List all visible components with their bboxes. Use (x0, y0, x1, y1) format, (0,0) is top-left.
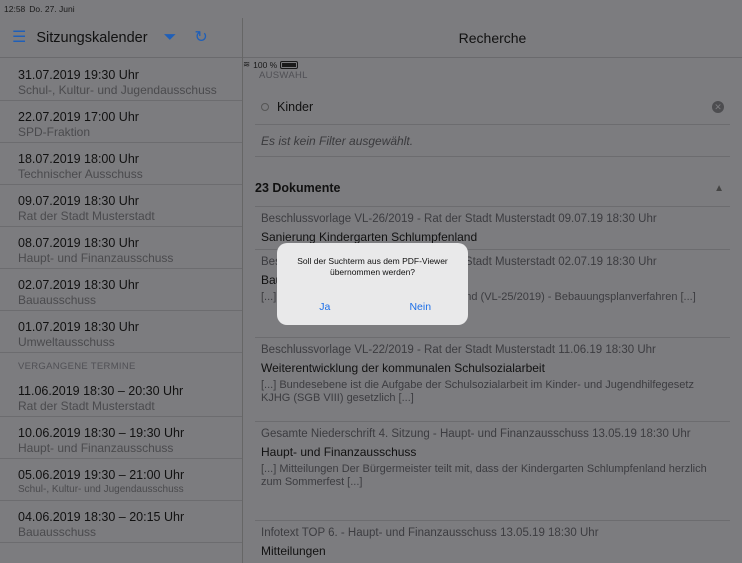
document-meta: Beschlussvorlage VL-22/2019 - Rat der St… (261, 344, 656, 356)
hamburger-icon[interactable]: ☰ (12, 29, 26, 46)
meeting-item[interactable]: 05.06.2019 19:30 – 21:00 Uhr Schul-, Kult… (0, 459, 242, 501)
document-snippet: [...] Mitteilungen Der Bürgermeister tei… (261, 463, 707, 488)
search-title: Recherche (458, 29, 527, 46)
dialog-buttons: Ja Nein (277, 301, 468, 313)
documents-header[interactable]: 23 Dokumente ▲ (255, 181, 730, 195)
meeting-committee: Rat der Stadt Musterstadt (18, 399, 155, 413)
meeting-item[interactable]: 04.06.2019 18:30 – 20:15 Uhr Bauausschuss (0, 501, 242, 543)
meeting-committee: Rat der Stadt Musterstadt (18, 209, 155, 223)
document-meta: Infotext TOP 6. - Haupt- und Finanzaussc… (261, 527, 599, 539)
meeting-date: 22.07.2019 17:00 Uhr (18, 110, 139, 124)
meeting-date: 18.07.2019 18:00 Uhr (18, 152, 139, 166)
dialog-message: Soll der Suchterm aus dem PDF-Viewer übe… (297, 256, 448, 277)
status-time: 12:58 (4, 4, 26, 14)
meeting-date: 10.06.2019 18:30 – 19:30 Uhr (18, 426, 185, 440)
confirm-dialog: Soll der Suchterm aus dem PDF-Viewer übe… (277, 243, 468, 325)
refresh-icon[interactable]: ↻ (194, 29, 207, 46)
meeting-item[interactable]: 01.07.2019 18:30 Uhr Umweltausschuss (0, 311, 242, 353)
clear-icon[interactable]: ✕ (712, 101, 724, 113)
document-meta: Beschlussvorlage VL-26/2019 - Rat der St… (261, 213, 657, 225)
calendar-title: Sitzungskalender (36, 29, 148, 46)
document-snippet: [...] Bundesebene ist die Aufgabe der Sc… (261, 379, 694, 404)
document-title: Haupt- und Finanzausschuss (261, 445, 417, 459)
status-bar: 12:58 Do. 27. Juni ≋ 100 % (0, 0, 742, 70)
meeting-date: 04.06.2019 18:30 – 20:15 Uhr (18, 510, 185, 524)
filter-status[interactable]: Es ist kein Filter ausgewählt. (255, 126, 730, 157)
split-divider (242, 18, 243, 563)
meeting-item[interactable]: 02.07.2019 18:30 Uhr Bauausschuss (0, 269, 242, 311)
past-section-label: VERGANGENE TERMINE (18, 361, 136, 372)
document-item[interactable]: Beschlussvorlage VL-26/2019 - Rat der St… (255, 206, 730, 245)
meeting-committee: SPD-Fraktion (18, 125, 91, 139)
meeting-list: 31.07.2019 19:30 Uhr Schul-, Kultur- und … (0, 59, 242, 543)
meeting-committee: Haupt- und Finanzausschuss (18, 441, 174, 455)
meeting-date: 01.07.2019 18:30 Uhr (18, 320, 139, 334)
meeting-committee: Schul-, Kultur- und Jugendausschuss (18, 484, 184, 495)
no-button[interactable]: Nein (373, 301, 469, 313)
search-header: Recherche (243, 18, 742, 58)
search-icon (261, 103, 269, 111)
meeting-committee: Haupt- und Finanzausschuss (18, 251, 174, 265)
meeting-committee: Bauausschuss (18, 525, 97, 539)
document-item[interactable]: Gesamte Niederschrift 4. Sitzung - Haupt… (255, 421, 730, 489)
document-meta: Gesamte Niederschrift 4. Sitzung - Haupt… (261, 428, 691, 440)
meeting-item[interactable]: 11.06.2019 18:30 – 20:30 Uhr Rat der Stad… (0, 375, 242, 417)
meeting-date: 02.07.2019 18:30 Uhr (18, 278, 139, 292)
meeting-item[interactable]: 10.06.2019 18:30 – 19:30 Uhr Haupt- und F… (0, 417, 242, 459)
meeting-committee: Technischer Ausschuss (18, 167, 143, 181)
selection-label: AUSWAHL (259, 70, 308, 81)
meeting-date: 31.07.2019 19:30 Uhr (18, 68, 139, 82)
status-right: ≋ 100 % (243, 59, 742, 70)
battery-percent: 100 % (253, 59, 278, 70)
search-field[interactable]: Kinder ✕ (255, 90, 730, 125)
meeting-item[interactable]: 22.07.2019 17:00 Uhr SPD-Fraktion (0, 101, 242, 143)
search-input[interactable]: Kinder (277, 100, 313, 114)
document-item[interactable]: Beschlussvorlage VL-22/2019 - Rat der St… (255, 337, 730, 405)
meeting-committee: Schul-, Kultur- und Jugendausschuss (18, 83, 217, 97)
meeting-date: 11.06.2019 18:30 – 20:30 Uhr (18, 384, 184, 398)
meeting-item[interactable]: 31.07.2019 19:30 Uhr Schul-, Kultur- und … (0, 59, 242, 101)
calendar-header: ☰ Sitzungskalender ⏷ ↻ (0, 18, 242, 58)
document-title: Weiterentwicklung der kommunalen Schulso… (261, 361, 545, 375)
filter-icon[interactable]: ⏷ (164, 29, 177, 46)
status-date: Do. 27. Juni (29, 4, 75, 14)
meeting-item[interactable]: 18.07.2019 18:00 Uhr Technischer Ausschus… (0, 143, 242, 185)
meeting-date: 08.07.2019 18:30 Uhr (18, 236, 139, 250)
meeting-committee: Bauausschuss (18, 293, 97, 307)
meeting-item[interactable]: 09.07.2019 18:30 Uhr Rat der Stadt Muster… (0, 185, 242, 227)
meeting-date: 05.06.2019 19:30 – 21:00 Uhr (18, 468, 185, 482)
documents-count: 23 Dokumente (255, 181, 341, 195)
yes-button[interactable]: Ja (277, 301, 373, 313)
chevron-up-icon[interactable]: ▲ (714, 183, 724, 194)
document-title: Mitteilungen (261, 544, 326, 558)
meeting-item[interactable]: 08.07.2019 18:30 Uhr Haupt- und Finanzaus… (0, 227, 242, 269)
meeting-date: 09.07.2019 18:30 Uhr (18, 194, 139, 208)
battery-icon (280, 60, 299, 69)
meeting-committee: Umweltausschuss (18, 335, 115, 349)
wifi-icon: ≋ (243, 59, 251, 69)
document-item[interactable]: Infotext TOP 6. - Haupt- und Finanzaussc… (255, 520, 730, 559)
